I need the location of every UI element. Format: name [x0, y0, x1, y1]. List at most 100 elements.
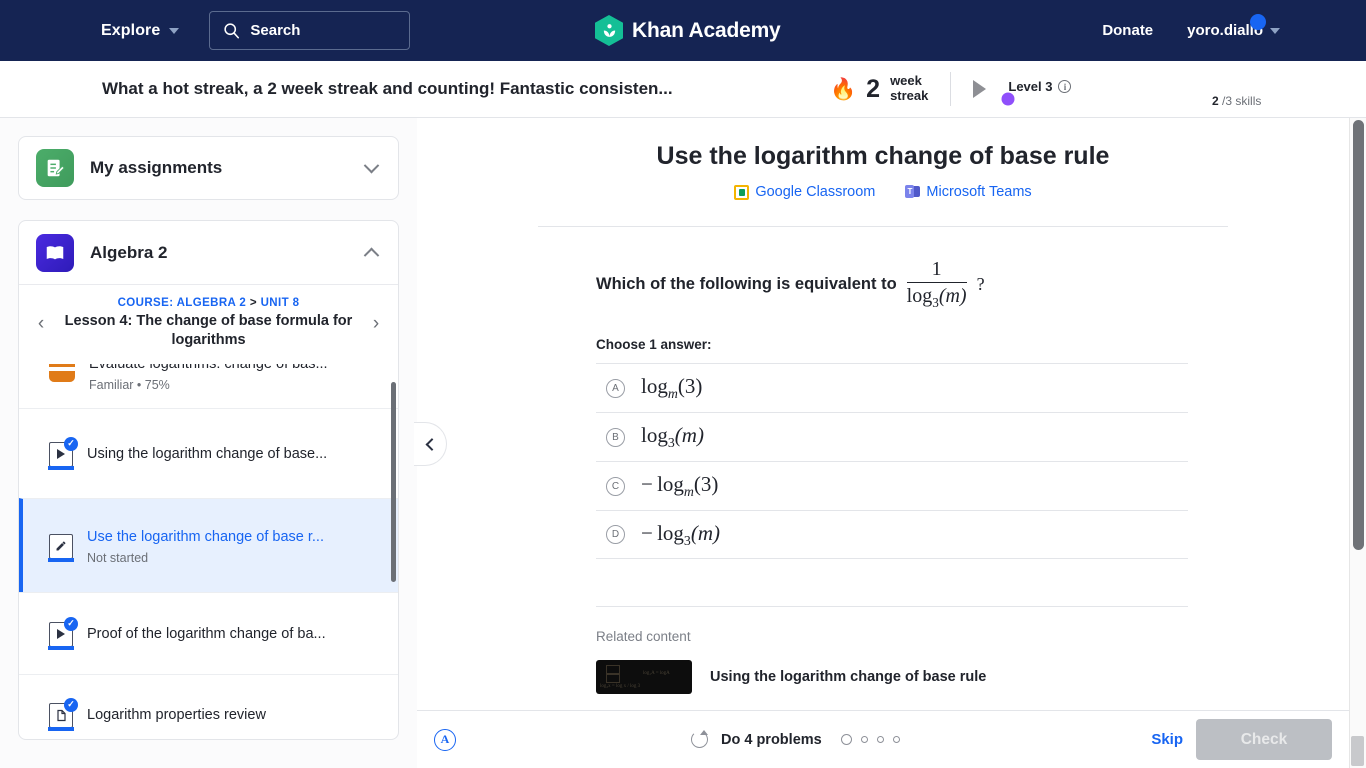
streak-message: What a hot streak, a 2 week streak and c…: [102, 79, 673, 98]
play-triangle-icon[interactable]: [973, 80, 987, 98]
refresh-arrow: [700, 730, 708, 735]
khan-academy-logo[interactable]: Khan Academy: [595, 15, 781, 46]
user-menu-button[interactable]: yoro.diallo: [1187, 14, 1280, 39]
do-problems-label: Do 4 problems: [721, 731, 822, 748]
skills-count: 2 /3 skills: [1212, 94, 1261, 108]
list-item-title: Using the logarithm change of base...: [87, 445, 328, 462]
book-icon: [36, 233, 74, 272]
page-scrollbar-down-button[interactable]: [1351, 736, 1364, 766]
lesson-nav-center: COURSE: ALGEBRA 2 > UNIT 8 Lesson 4: The…: [51, 297, 366, 350]
pencil-icon: [56, 541, 66, 551]
related-content-label: Related content: [596, 629, 691, 645]
choice-letter-badge: A: [606, 378, 625, 398]
play-icon: [57, 629, 65, 640]
sidebar-item-my-assignments[interactable]: My assignments: [18, 136, 399, 200]
log-argument: (m): [938, 285, 967, 308]
list-item[interactable]: ✓ Logarithm properties review: [19, 674, 398, 739]
page-title: Use the logarithm change of base rule: [656, 142, 1110, 170]
choice-log-argument: (3): [693, 472, 719, 497]
accessibility-icon[interactable]: A: [434, 728, 456, 751]
search-placeholder: Search: [250, 22, 301, 39]
streak-unit-label: week streak: [890, 73, 928, 104]
skip-button[interactable]: Skip: [1151, 731, 1183, 748]
play-icon: [57, 449, 65, 460]
answer-choices-list: A logm(3) B log3(m) C − logm(3) D − log3…: [596, 363, 1188, 560]
mastery-icon: [49, 364, 75, 383]
answer-choice-d[interactable]: D − log3(m): [596, 510, 1188, 560]
refresh-icon[interactable]: [691, 730, 708, 748]
level-label: Level 3: [1008, 79, 1053, 94]
choice-letter-badge: B: [606, 427, 625, 447]
video-icon: ✓: [48, 616, 78, 650]
chevron-down-icon: [1270, 27, 1280, 34]
course-header-algebra-2[interactable]: Algebra 2: [19, 221, 398, 284]
level-progress-knob: [1001, 92, 1015, 106]
search-input[interactable]: Search: [209, 11, 411, 50]
microsoft-teams-link[interactable]: T Microsoft Teams: [905, 184, 1032, 200]
course-title-label: Algebra 2: [90, 242, 168, 262]
choice-letter-badge: D: [606, 525, 625, 545]
completed-check-icon: ✓: [64, 436, 78, 451]
course-sidebar: My assignments Algebra 2 ‹ COURSE: ALGEB…: [0, 118, 417, 768]
breadcrumb-separator: >: [249, 297, 257, 309]
sidebar-scrollbar-thumb[interactable]: [391, 382, 396, 583]
answer-choice-c[interactable]: C − logm(3): [596, 461, 1188, 510]
top-navigation-bar: Explore Search Khan Academy Donate yoro.…: [0, 0, 1366, 61]
question-mark: ?: [976, 274, 985, 295]
answer-choice-a[interactable]: A logm(3): [596, 363, 1188, 412]
question-prompt-text: Which of the following is equivalent to: [596, 275, 897, 294]
page-scrollbar[interactable]: [1349, 118, 1366, 768]
avatar: [1250, 14, 1266, 30]
page-scrollbar-thumb[interactable]: [1353, 120, 1364, 550]
question-block: Which of the following is equivalent to …: [596, 258, 1196, 311]
exercise-action-bar: A Do 4 problems Skip Check: [417, 710, 1349, 768]
problem-progress-dots: [840, 734, 900, 745]
khan-academy-leaf-icon: [595, 15, 623, 46]
question-prompt-row: Which of the following is equivalent to …: [596, 258, 1196, 311]
divider: [950, 72, 952, 106]
related-content-item[interactable]: log₁A = logA log₃x = log x / log 3 Using…: [596, 660, 1349, 695]
chevron-up-icon: [363, 247, 380, 264]
fraction-denominator: log3(m): [907, 283, 967, 311]
google-classroom-link[interactable]: Google Classroom: [734, 184, 875, 200]
list-item[interactable]: Use the logarithm change of base r... No…: [19, 498, 398, 593]
google-classroom-icon: [734, 184, 750, 200]
choice-log-word: log: [641, 374, 668, 399]
list-item[interactable]: ✓ Using the logarithm change of base...: [19, 408, 398, 498]
teams-icon-part-left: T: [905, 185, 915, 198]
next-lesson-button[interactable]: ›: [366, 313, 386, 335]
explore-label: Explore: [101, 21, 161, 39]
problem-progress-group: Do 4 problems: [691, 730, 900, 748]
divider: [596, 606, 1188, 608]
level-progress-block: Level 3 i: [1001, 79, 1072, 106]
completed-check-icon: ✓: [64, 697, 78, 712]
breadcrumb[interactable]: COURSE: ALGEBRA 2 > UNIT 8: [51, 297, 366, 309]
lesson-title: Lesson 4: The change of base formula for…: [64, 313, 353, 349]
info-icon[interactable]: i: [1058, 80, 1072, 93]
answer-choice-b[interactable]: B log3(m): [596, 412, 1188, 461]
progress-dot: [860, 736, 868, 743]
list-item[interactable]: ✓ Proof of the logarithm change of ba...: [19, 592, 398, 674]
explore-menu-button[interactable]: Explore: [101, 21, 180, 40]
nav-right-group: Donate yoro.diallo: [1102, 0, 1280, 61]
thumb-formula: log₁A = logA: [643, 671, 670, 677]
previous-lesson-button[interactable]: ‹: [31, 313, 51, 335]
video-icon: ✓: [48, 436, 78, 470]
progress-dot: [876, 736, 884, 743]
list-item-subtitle: Familiar • 75%: [89, 378, 170, 393]
choice-letter-badge: C: [606, 476, 625, 496]
course-card-algebra-2: Algebra 2 ‹ COURSE: ALGEBRA 2 > UNIT 8 L…: [18, 220, 399, 740]
chevron-left-icon: [425, 437, 438, 451]
progress-dot-current: [840, 734, 852, 745]
thumb-formula: log₃x = log x / log 3: [600, 684, 641, 690]
check-button[interactable]: Check: [1196, 719, 1332, 760]
my-assignments-label: My assignments: [90, 158, 223, 177]
chevron-down-icon: [169, 27, 180, 34]
breadcrumb-course: COURSE: ALGEBRA 2: [117, 297, 247, 309]
list-item[interactable]: Evaluate logarithms: change of bas... Fa…: [19, 364, 398, 408]
donate-link[interactable]: Donate: [1102, 22, 1153, 39]
choose-answer-label: Choose 1 answer:: [596, 337, 712, 353]
choice-log-subscript: m: [683, 484, 694, 500]
flame-icon: 🔥: [830, 77, 857, 101]
search-icon: [224, 23, 240, 39]
